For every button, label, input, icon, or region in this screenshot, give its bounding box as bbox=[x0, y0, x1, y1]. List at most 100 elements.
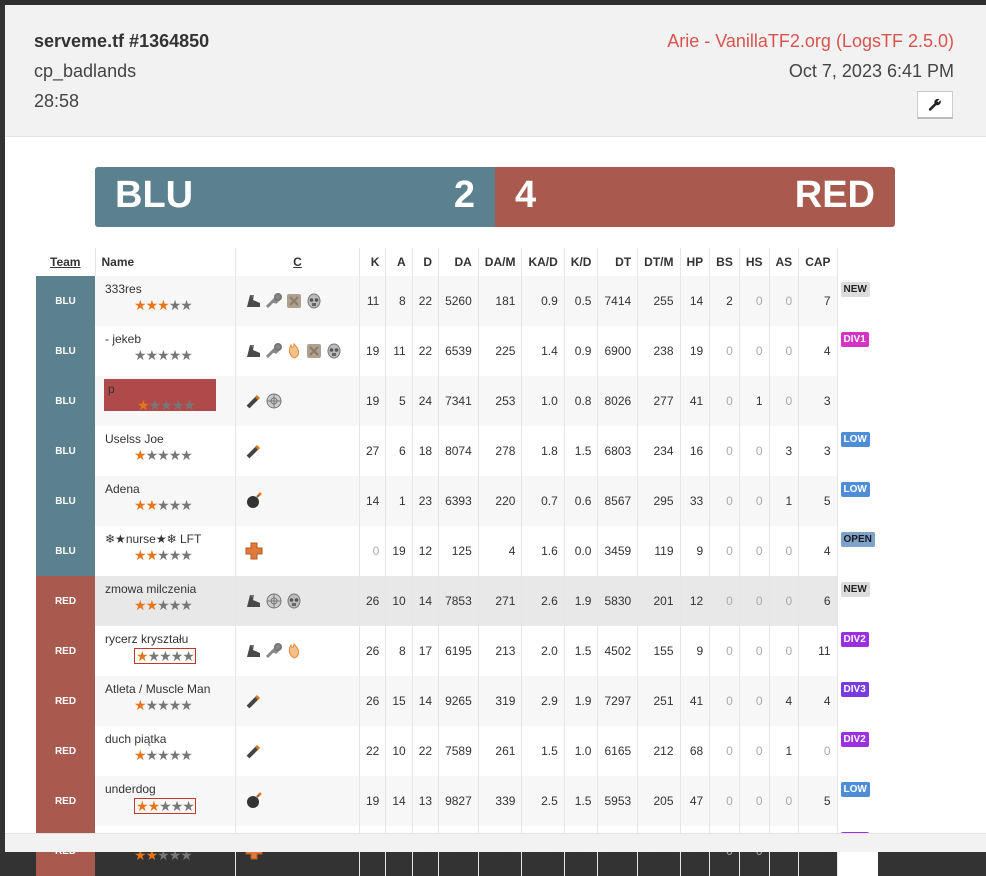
player-name[interactable]: 333res bbox=[105, 282, 225, 296]
tools-button[interactable] bbox=[917, 91, 953, 119]
player-name[interactable]: Atleta / Muscle Man bbox=[105, 682, 225, 696]
uploader-link[interactable]: Arie - VanillaTF2.org (LogsTF 2.5.0) bbox=[667, 31, 954, 52]
division-badge[interactable]: OPEN bbox=[840, 532, 875, 547]
soldier-class-icon[interactable] bbox=[245, 392, 263, 410]
player-row[interactable]: RED duch piątka ★★★★★ 22 10 22 7589 261 1.5 1.0 61… bbox=[36, 726, 878, 776]
player-name[interactable]: underdog bbox=[105, 782, 225, 796]
player-name[interactable]: rycerz kryształu bbox=[105, 632, 225, 646]
division-badge[interactable]: NEW bbox=[840, 582, 870, 597]
spy-class-icon[interactable] bbox=[285, 642, 303, 660]
sniper-class-icon[interactable] bbox=[265, 392, 283, 410]
player-name[interactable]: duch piątka bbox=[105, 732, 225, 746]
col-header-deaths[interactable]: D bbox=[412, 248, 440, 276]
player-name[interactable]: ❄★nurse★❄ LFT bbox=[105, 532, 225, 546]
player-name-cell[interactable]: Atleta / Muscle Man ★★★★★ bbox=[95, 676, 236, 726]
player-name[interactable]: - jekeb bbox=[105, 332, 225, 346]
division-badge[interactable]: DIV2 bbox=[840, 632, 869, 647]
player-row[interactable]: RED Atleta / Muscle Man ★★★★★ 26 15 14 9265 319… bbox=[36, 676, 878, 726]
division-badge[interactable]: DIV2 bbox=[840, 732, 869, 747]
player-name[interactable]: Uselss Joe bbox=[105, 432, 225, 446]
col-header-team[interactable]: Team bbox=[36, 248, 96, 276]
stat-airshots: 0 bbox=[769, 326, 800, 376]
medic-class-icon[interactable] bbox=[285, 292, 303, 310]
player-name[interactable]: zmowa milczenia bbox=[105, 582, 225, 596]
demoman-class-icon[interactable] bbox=[245, 492, 263, 510]
division-badge[interactable]: DIV3 bbox=[840, 682, 869, 697]
col-header-captures[interactable]: CAP bbox=[798, 248, 838, 276]
division-badge[interactable]: LOW bbox=[840, 432, 870, 447]
demoman-class-icon[interactable] bbox=[245, 792, 263, 810]
col-header-class[interactable]: C bbox=[235, 248, 360, 276]
score-red-panel: 4 RED bbox=[495, 167, 895, 227]
scout-class-icon[interactable] bbox=[245, 342, 263, 360]
player-name-cell[interactable]: rycerz kryształu ★★★★★ bbox=[95, 626, 236, 676]
col-header-backstabs[interactable]: BS bbox=[709, 248, 740, 276]
player-name[interactable]: p bbox=[108, 382, 212, 396]
player-row[interactable]: BLU - jekeb ★★★★★ 19 11 22 6539 225 1.4 0.9 6900 23… bbox=[36, 326, 878, 376]
scout-class-icon[interactable] bbox=[245, 592, 263, 610]
player-row[interactable]: BLU p ★★★★★ 19 5 24 7341 253 1.0 0.8 8026 277 41 0 1 0 3 bbox=[36, 376, 878, 426]
engineer-class-icon[interactable] bbox=[265, 292, 283, 310]
player-name-cell[interactable]: Adena ★★★★★ bbox=[95, 476, 236, 526]
stat-backstabs: 2 bbox=[709, 276, 740, 326]
stat-headshots: 0 bbox=[739, 676, 770, 726]
col-header-damage-per-min[interactable]: DA/M bbox=[478, 248, 523, 276]
player-row[interactable]: BLU Adena ★★★★★ 14 1 23 6393 220 0.7 0.6 8567 295 33… bbox=[36, 476, 878, 526]
stat-captures: 11 bbox=[798, 626, 838, 676]
soldier-class-icon[interactable] bbox=[245, 742, 263, 760]
col-header-kad[interactable]: KA/D bbox=[521, 248, 565, 276]
division-badge[interactable]: NEW bbox=[840, 282, 870, 297]
col-header-damage-taken-per-min[interactable]: DT/M bbox=[637, 248, 681, 276]
stat-damage-taken-per-min: 212 bbox=[637, 726, 681, 776]
pyro-class-icon[interactable] bbox=[305, 292, 323, 310]
medic-class-icon[interactable] bbox=[245, 542, 263, 560]
engineer-class-icon[interactable] bbox=[265, 642, 283, 660]
sniper-class-icon[interactable] bbox=[265, 592, 283, 610]
spy-class-icon[interactable] bbox=[285, 342, 303, 360]
soldier-class-icon[interactable] bbox=[245, 692, 263, 710]
class-icons-cell bbox=[235, 276, 360, 326]
col-header-damage-taken[interactable]: DT bbox=[597, 248, 639, 276]
player-name-cell[interactable]: duch piątka ★★★★★ bbox=[95, 726, 236, 776]
scout-class-icon[interactable] bbox=[245, 642, 263, 660]
col-header-headshots[interactable]: HS bbox=[739, 248, 770, 276]
player-name-cell[interactable]: 333res ★★★★★ bbox=[95, 276, 236, 326]
player-name-cell[interactable]: ❄★nurse★❄ LFT ★★★★★ bbox=[95, 526, 236, 576]
pyro-class-icon[interactable] bbox=[325, 342, 343, 360]
stat-kills: 26 bbox=[359, 626, 387, 676]
col-header-kills[interactable]: K bbox=[359, 248, 387, 276]
stat-backstabs: 0 bbox=[709, 776, 740, 826]
player-name-cell[interactable]: - jekeb ★★★★★ bbox=[95, 326, 236, 376]
star-icon: ★ bbox=[180, 347, 193, 363]
player-name[interactable]: Adena bbox=[105, 482, 225, 496]
scout-class-icon[interactable] bbox=[245, 292, 263, 310]
player-row[interactable]: RED underdog ★★★★★ 19 14 13 9827 339 2.5 1.5 5953 2… bbox=[36, 776, 878, 826]
col-header-health-packs[interactable]: HP bbox=[680, 248, 711, 276]
soldier-class-icon[interactable] bbox=[245, 442, 263, 460]
star-icon: ★ bbox=[157, 447, 170, 463]
player-name-cell[interactable]: Uselss Joe ★★★★★ bbox=[95, 426, 236, 476]
medic-class-icon[interactable] bbox=[305, 342, 323, 360]
division-badge[interactable]: LOW bbox=[840, 482, 870, 497]
col-header-kd[interactable]: K/D bbox=[564, 248, 599, 276]
col-header-damage[interactable]: DA bbox=[438, 248, 479, 276]
col-header-airshots[interactable]: AS bbox=[769, 248, 800, 276]
division-badge[interactable]: LOW bbox=[840, 782, 870, 797]
player-row[interactable]: RED rycerz kryształu ★★★★★ 26 8 17 6195 213 2.0 1… bbox=[36, 626, 878, 676]
player-row[interactable]: BLU ❄★nurse★❄ LFT ★★★★★ 0 19 12 125 4 1.6 0.0 3459… bbox=[36, 526, 878, 576]
pyro-class-icon[interactable] bbox=[285, 592, 303, 610]
stat-deaths: 24 bbox=[412, 376, 440, 426]
division-badge[interactable]: DIV1 bbox=[840, 332, 869, 347]
player-name-cell[interactable]: p ★★★★★ bbox=[95, 376, 236, 426]
player-name-cell[interactable]: zmowa milczenia ★★★★★ bbox=[95, 576, 236, 626]
player-row[interactable]: BLU Uselss Joe ★★★★★ 27 6 18 8074 278 1.8 1.5 6803… bbox=[36, 426, 878, 476]
stat-damage-taken: 6900 bbox=[597, 326, 639, 376]
col-header-name[interactable]: Name bbox=[95, 248, 236, 276]
player-name-cell[interactable]: underdog ★★★★★ bbox=[95, 776, 236, 826]
star-icon: ★ bbox=[145, 297, 159, 313]
player-row[interactable]: RED zmowa milczenia ★★★★★ 26 10 14 7853 271 2.6 1… bbox=[36, 576, 878, 626]
stat-damage: 5260 bbox=[438, 276, 479, 326]
player-row[interactable]: BLU 333res ★★★★★ 11 8 22 5260 181 0.9 0.5 7414 255 1… bbox=[36, 276, 878, 326]
engineer-class-icon[interactable] bbox=[265, 342, 283, 360]
col-header-assists[interactable]: A bbox=[385, 248, 413, 276]
